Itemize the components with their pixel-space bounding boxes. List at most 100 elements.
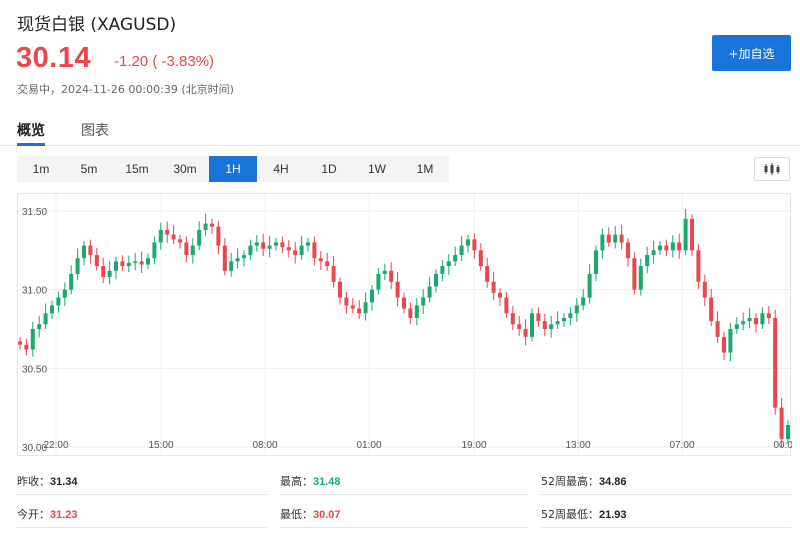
candle-body [229,261,234,271]
candle-body [350,305,355,309]
interval-selector: 1m 5m 15m 30m 1H 4H 1D 1W 1M [17,156,449,182]
candle-body [664,245,669,251]
candle-body [88,245,93,256]
candle-body [741,321,746,325]
tab-overview[interactable]: 概览 [17,120,45,140]
x-tick-label: 13:00 [565,440,590,451]
x-tick-label: 00:00 [773,440,792,451]
candlestick-icon [764,163,780,175]
candle-body [421,297,426,306]
candle-body [715,321,720,337]
candle-body [491,281,496,293]
candle-body [69,273,74,290]
candle-body [30,329,35,350]
y-tick-label: 30.50 [22,364,47,375]
instrument-title: 现货白银 (XAGUSD) [17,15,177,35]
candle-body [696,250,701,282]
candle-body [658,245,662,251]
interval-1mo[interactable]: 1M [401,156,449,182]
interval-30m[interactable]: 30m [161,156,209,182]
interval-15m[interactable]: 15m [113,156,161,182]
candle-body [82,245,86,259]
candle-body [197,229,202,246]
interval-5m[interactable]: 5m [65,156,113,182]
candle-body [158,229,163,243]
candle-body [613,234,618,243]
interval-1m[interactable]: 1m [17,156,65,182]
candle-body [779,407,784,440]
price-chart[interactable]: 31.50 31.00 30.50 30.00 22:00 15:00 08:00 01:00… [17,193,792,457]
y-tick-label: 31.00 [22,286,47,297]
interval-1h[interactable]: 1H [209,156,257,182]
candle-body [306,242,310,246]
candle-body [101,266,106,278]
candle-body [690,218,694,251]
candle-body [171,234,176,240]
week52-low: 52周最低：21.93 [541,508,627,521]
candle-body [645,255,650,267]
candle-body [498,292,502,298]
x-tick-label: 19:00 [461,440,486,451]
candle-body [43,313,48,325]
candle-body [574,305,579,314]
candle-body [786,424,790,440]
candle-body [747,317,752,322]
candle-body [414,305,419,318]
candle-body [216,226,221,246]
interval-4h[interactable]: 4H [257,156,305,182]
candle-body [184,242,189,256]
candle-body [299,245,304,256]
candle-body [555,321,560,325]
candle-body [581,297,586,306]
candle-body [267,245,272,249]
candle-body [165,229,170,235]
tab-bar: 概览 图表 [0,112,800,146]
add-to-watchlist-button[interactable]: +加自选 [712,35,791,71]
interval-1d[interactable]: 1D [305,156,353,182]
candle-body [542,321,547,329]
candle-body [459,245,464,256]
candle-body [440,266,445,274]
candle-body [683,218,688,251]
candle-body [152,242,157,259]
candle-body [50,305,54,314]
candle-body [254,242,259,246]
candle-body [523,329,528,337]
candle-body [594,250,598,274]
candle-body [146,258,150,265]
candle-body [773,317,778,408]
candle-body [709,297,714,322]
candle-body [568,313,573,318]
candle-body [754,317,758,325]
candle-body [638,266,643,290]
chart-type-toggle[interactable] [754,157,790,181]
candle-body [728,329,733,353]
last-price: 30.14 [16,42,92,74]
candle-body [274,242,278,246]
interval-1w[interactable]: 1W [353,156,401,182]
candle-body [600,234,605,251]
candle-body [178,239,182,243]
candle-body [549,324,554,329]
candle-body [677,242,682,251]
candle-body [139,261,144,265]
candle-body [120,261,125,267]
candle-body [62,289,67,298]
candle-body [75,258,80,274]
candle-body [126,262,131,267]
candle-body [24,344,29,350]
candle-body [530,313,534,337]
tab-chart[interactable]: 图表 [81,120,109,140]
candlestick-chart: 31.5031.0030.5030.0022:00 15:00 08:00 01:00… [18,194,792,457]
candle-body [472,239,477,251]
candle-body [114,261,118,271]
candle-body [626,242,630,259]
price-change: -1.20 ( -3.83%) [114,53,215,70]
candle-body [536,313,541,322]
candle-body [312,242,317,259]
candle-body [210,223,214,227]
candle-body [734,324,739,329]
candle-body [670,242,675,251]
candle-body [510,313,515,325]
candle-body [357,308,362,314]
